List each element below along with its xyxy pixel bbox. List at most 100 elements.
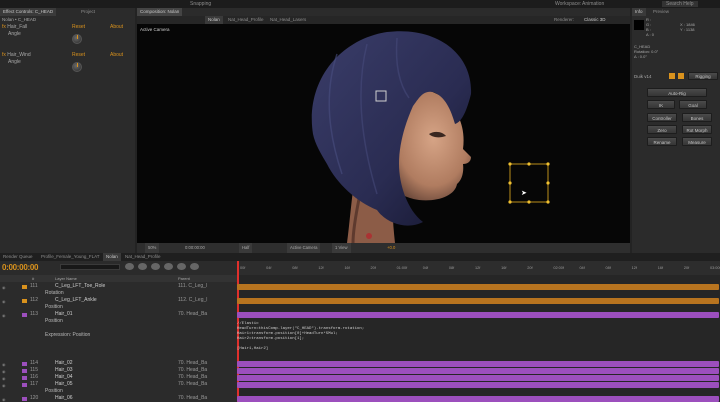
layer-name[interactable]: Hair_02 [55, 360, 73, 367]
layer-name[interactable]: C_Leg_LFT_Ankle [55, 297, 97, 304]
timeline-ruler[interactable]: 00f 04f 08f 12f 16f 20f 01:00f 04f 08f 12f 16f 20f 0… [237, 261, 720, 275]
workspace-value[interactable]: Animation [582, 1, 604, 7]
property-name[interactable]: Rotation [45, 290, 64, 297]
camera-dropdown[interactable]: Active Camera [287, 243, 321, 253]
visibility-eye-icon[interactable]: ◉ [2, 382, 7, 388]
graph-editor-icon[interactable] [190, 263, 199, 270]
tab-nolan-timeline[interactable]: Nolan [103, 253, 121, 261]
goal-button[interactable]: Goal [679, 100, 707, 109]
rot-morph-button[interactable]: Rot Morph [682, 125, 712, 134]
property-row[interactable]: Position [0, 388, 237, 395]
draft-3d-icon[interactable] [138, 263, 147, 270]
layer-name[interactable]: Hair_05 [55, 381, 73, 388]
layer-row[interactable]: ◉ 120 Hair_06 70. Head_Ba [0, 395, 237, 402]
parent-dropdown[interactable]: 70. Head_Ba [178, 374, 207, 381]
timecode-display[interactable]: 0:00:00:00 [185, 243, 205, 253]
property-name[interactable]: Position [45, 388, 63, 395]
layer-duration-bar[interactable] [237, 297, 719, 304]
rigging-dropdown[interactable]: Rigging [688, 72, 718, 80]
measure-button[interactable]: Measure [682, 137, 712, 146]
layer-duration-bar[interactable] [237, 311, 719, 318]
controller-button[interactable]: Controller [647, 113, 677, 122]
visibility-eye-icon[interactable]: ◉ [2, 361, 7, 367]
effect-hair-fall[interactable]: fx Hair_Fall [2, 24, 27, 30]
subtab-nolan[interactable]: Nolan [205, 16, 223, 24]
layer-label-color[interactable] [22, 368, 27, 373]
motion-blur-icon[interactable] [177, 263, 186, 270]
property-row[interactable] [0, 353, 237, 360]
visibility-eye-icon[interactable]: ◉ [2, 368, 7, 374]
layer-label-color[interactable] [22, 396, 27, 401]
tab-composition[interactable]: Composition: Nolan [137, 8, 183, 16]
effect-hair-wind[interactable]: fx Hair_Wind [2, 52, 31, 58]
layer-label-color[interactable] [22, 361, 27, 366]
subtab-head-lasers[interactable]: Nat_Head_Lasers [267, 16, 309, 24]
reset-link[interactable]: Reset [72, 24, 85, 30]
about-link[interactable]: About [110, 52, 123, 58]
snapping-label[interactable]: Snapping [190, 1, 211, 7]
zoom-dropdown[interactable]: 50% [145, 243, 160, 253]
layer-row[interactable]: ◉ 112 C_Leg_LFT_Ankle 112. C_Leg_l [0, 297, 237, 304]
layer-row[interactable]: ◉ 115 Hair_03 70. Head_Ba [0, 367, 237, 374]
visibility-eye-icon[interactable]: ◉ [2, 284, 7, 290]
auto-rig-button[interactable]: Auto-Rig [647, 88, 707, 97]
tab-preview[interactable]: Preview [650, 8, 672, 16]
about-link[interactable]: About [110, 24, 123, 30]
visibility-eye-icon[interactable]: ◉ [2, 298, 7, 304]
search-help-input[interactable]: Search Help [662, 1, 698, 7]
angle-dial[interactable] [72, 34, 82, 44]
layer-label-color[interactable] [22, 298, 27, 303]
shy-icon[interactable] [151, 263, 160, 270]
layer-search-input[interactable] [60, 264, 120, 270]
zero-button[interactable]: Zero [647, 125, 677, 134]
parent-dropdown[interactable]: 112. C_Leg_l [178, 297, 207, 304]
layer-name[interactable]: Hair_01 [55, 311, 73, 318]
visibility-eye-icon[interactable]: ◉ [2, 396, 7, 402]
layer-name[interactable]: Hair_06 [55, 395, 73, 402]
frame-blend-icon[interactable] [164, 263, 173, 270]
parent-dropdown[interactable]: 70. Head_Ba [178, 395, 207, 402]
layer-duration-bar[interactable] [237, 395, 719, 402]
layer-label-color[interactable] [22, 375, 27, 380]
layer-row[interactable]: ◉ 117 Hair_05 70. Head_Ba [0, 381, 237, 388]
visibility-eye-icon[interactable]: ◉ [2, 375, 7, 381]
duik-tool-icon[interactable] [669, 73, 675, 79]
exposure-value[interactable]: +0.0 [387, 243, 395, 253]
property-name[interactable]: Expression: Position [45, 332, 90, 339]
tab-profile-female[interactable]: Profile_Female_Young_FLAT [38, 253, 103, 261]
property-row[interactable]: Position [0, 304, 237, 311]
property-row[interactable] [0, 325, 237, 332]
rename-button[interactable]: Rename [647, 137, 677, 146]
layer-row[interactable]: ◉ 116 Hair_04 70. Head_Ba [0, 374, 237, 381]
property-row[interactable] [0, 339, 237, 346]
layer-duration-bar[interactable] [237, 381, 719, 388]
visibility-eye-icon[interactable]: ◉ [2, 312, 7, 318]
bones-button[interactable]: Bones [682, 113, 712, 122]
comp-flowchart-icon[interactable] [125, 263, 134, 270]
property-name[interactable]: Position [45, 318, 63, 325]
layer-row[interactable]: ◉ 111 C_Leg_LFT_Toe_Role 111. C_Leg_l [0, 283, 237, 290]
layer-label-color[interactable] [22, 312, 27, 317]
layer-duration-bar[interactable] [237, 283, 719, 290]
parent-dropdown[interactable]: 70. Head_Ba [178, 367, 207, 374]
tab-project[interactable]: Project [78, 8, 98, 16]
layer-duration-bar[interactable] [237, 374, 719, 381]
duik-tool-icon[interactable] [678, 73, 684, 79]
parent-dropdown[interactable]: 70. Head_Ba [178, 360, 207, 367]
layer-row[interactable]: ◉ 113 Hair_01 70. Head_Ba [0, 311, 237, 318]
layer-name[interactable]: Hair_04 [55, 374, 73, 381]
ik-button[interactable]: IK [647, 100, 675, 109]
property-row[interactable] [0, 346, 237, 353]
property-row[interactable]: Expression: Position [0, 332, 237, 339]
parent-dropdown[interactable]: 70. Head_Ba [178, 311, 207, 318]
tab-info[interactable]: Info [632, 8, 646, 16]
expression-code[interactable]: //Elastic HeadTurn=thisComp.layer("C_HEA… [237, 322, 364, 352]
renderer-value[interactable]: Classic 3D [581, 16, 609, 24]
layer-duration-bar[interactable] [237, 360, 719, 367]
layer-label-color[interactable] [22, 284, 27, 289]
current-timecode[interactable]: 0:00:00:00 [2, 263, 38, 272]
views-dropdown[interactable]: 1 View [332, 243, 351, 253]
layer-name[interactable]: C_Leg_LFT_Toe_Role [55, 283, 105, 290]
layer-duration-bar[interactable] [237, 367, 719, 374]
parent-dropdown[interactable]: 111. C_Leg_l [178, 283, 207, 290]
